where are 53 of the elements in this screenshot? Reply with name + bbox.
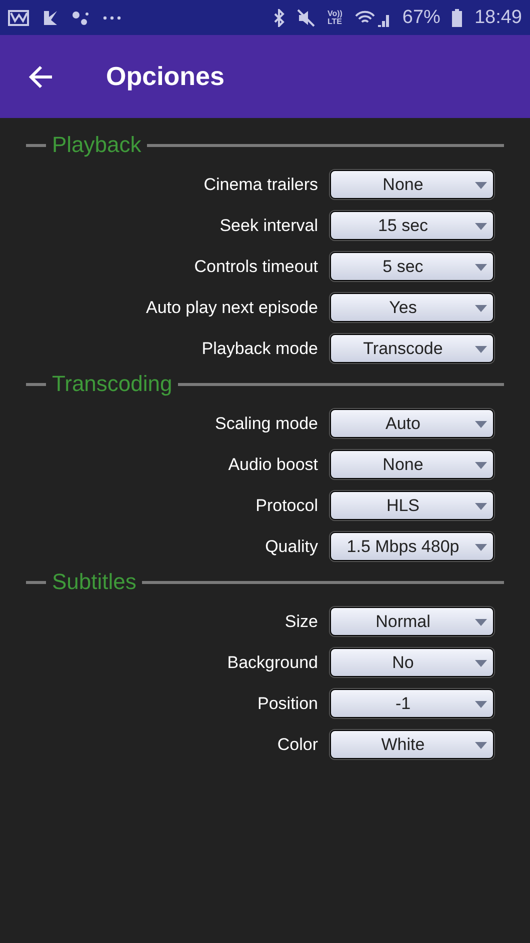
caret-icon [475, 619, 487, 626]
more-icon [102, 14, 122, 20]
caret-icon [475, 182, 487, 189]
caret-icon [475, 462, 487, 469]
setting-label: Playback mode [200, 338, 318, 358]
dropdown[interactable]: None [330, 450, 494, 479]
dropdown[interactable]: Transcode [330, 334, 494, 363]
caret-icon [475, 544, 487, 551]
section-title: Transcoding [52, 371, 172, 397]
mail-icon [8, 8, 30, 26]
setting-label: Color [276, 734, 318, 754]
dropdown[interactable]: Auto [330, 409, 494, 438]
caret-icon [475, 742, 487, 749]
dropdown[interactable]: 15 sec [330, 211, 494, 240]
setting-label: Size [284, 612, 318, 632]
dropdown[interactable]: No [330, 648, 494, 677]
setting-label: Controls timeout [193, 256, 318, 276]
setting-label: Position [256, 694, 318, 714]
dropdown[interactable]: White [330, 730, 494, 759]
caret-icon [475, 346, 487, 353]
section-title: Playback [52, 132, 142, 158]
battery-icon [452, 8, 462, 26]
setting-label: Scaling mode [214, 414, 318, 434]
caret-icon [475, 264, 487, 271]
dropdown[interactable]: HLS [330, 491, 494, 520]
clock: 18:49 [474, 6, 522, 28]
caret-icon [475, 223, 487, 230]
setting-label: Auto play next episode [144, 298, 318, 318]
setting-label: Background [226, 652, 318, 672]
dropdown[interactable]: Normal [330, 607, 494, 636]
mute-icon [297, 8, 316, 26]
dropdown[interactable]: None [330, 170, 494, 199]
bluetooth-icon [273, 8, 286, 26]
setting-label: Quality [264, 536, 318, 556]
dropdown[interactable]: 1.5 Mbps 480p [330, 532, 494, 561]
screen-title: Opciones [106, 61, 224, 92]
section-title: Subtitles [52, 569, 136, 595]
back-button[interactable] [28, 64, 54, 90]
dropdown[interactable]: -1 [330, 689, 494, 718]
caret-icon [475, 305, 487, 312]
caret-icon [475, 701, 487, 708]
volte-label: Vo)) LTE [327, 10, 342, 26]
setting-label: Audio boost [227, 454, 318, 474]
setting-label: Cinema trailers [202, 174, 318, 194]
setting-label: Protocol [254, 496, 318, 516]
setting-label: Seek interval [218, 216, 318, 236]
battery-percent: 67% [402, 6, 440, 28]
caret-icon [475, 660, 487, 667]
caret-icon [475, 421, 487, 428]
signal-icon [354, 8, 390, 26]
dropdown[interactable]: 5 sec [330, 252, 494, 281]
dropdown[interactable]: Yes [330, 293, 494, 322]
caret-icon [475, 503, 487, 510]
